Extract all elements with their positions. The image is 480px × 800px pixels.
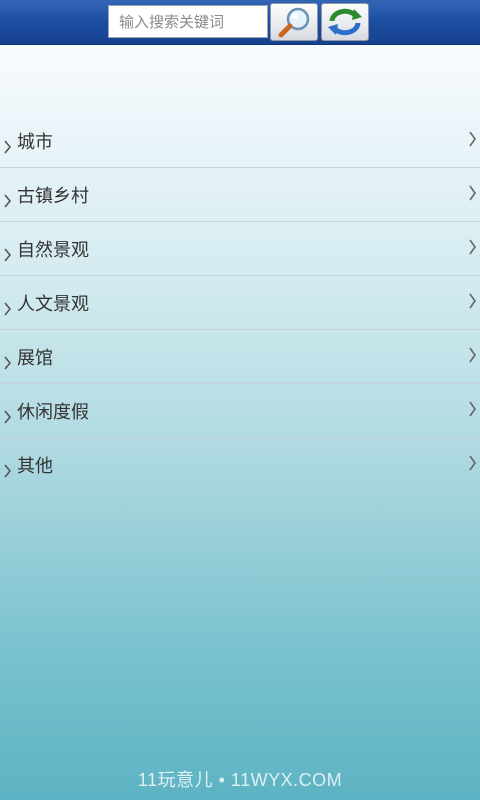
category-list: 城市 古镇乡村 自然景观 人文景观 展馆 休闲度假 其他 bbox=[0, 114, 480, 492]
chevron-right-icon bbox=[469, 239, 477, 255]
category-label: 自然景观 bbox=[17, 240, 89, 261]
category-item-leisure-resort[interactable]: 休闲度假 bbox=[0, 384, 480, 438]
chevron-right-icon bbox=[4, 248, 12, 262]
refresh-icon bbox=[328, 8, 362, 36]
magnifier-icon bbox=[278, 7, 310, 38]
chevron-right-icon bbox=[4, 302, 12, 316]
chevron-right-icon bbox=[4, 464, 12, 478]
chevron-right-icon bbox=[469, 185, 477, 201]
search-button[interactable] bbox=[270, 3, 318, 41]
search-box[interactable] bbox=[108, 5, 268, 38]
category-label: 人文景观 bbox=[17, 294, 89, 315]
category-item-exhibition[interactable]: 展馆 bbox=[0, 330, 480, 384]
chevron-right-icon bbox=[4, 194, 12, 208]
category-label: 休闲度假 bbox=[17, 402, 89, 423]
watermark: 11玩意儿 • 11WYX.COM bbox=[137, 770, 343, 790]
chevron-right-icon bbox=[4, 356, 12, 370]
chevron-right-icon bbox=[4, 140, 12, 154]
category-item-cultural-landscape[interactable]: 人文景观 bbox=[0, 276, 480, 330]
chevron-right-icon bbox=[4, 410, 12, 424]
search-input[interactable] bbox=[117, 5, 267, 38]
category-label: 其他 bbox=[17, 456, 53, 477]
chevron-right-icon bbox=[469, 131, 477, 147]
chevron-right-icon bbox=[469, 401, 477, 417]
category-label: 展馆 bbox=[17, 348, 53, 369]
category-item-towns-villages[interactable]: 古镇乡村 bbox=[0, 168, 480, 222]
chevron-right-icon bbox=[469, 293, 477, 309]
refresh-button[interactable] bbox=[321, 3, 369, 41]
category-item-city[interactable]: 城市 bbox=[0, 114, 480, 168]
top-bar bbox=[0, 0, 480, 45]
category-item-other[interactable]: 其他 bbox=[0, 438, 480, 492]
category-label: 城市 bbox=[17, 132, 53, 153]
chevron-right-icon bbox=[469, 347, 477, 363]
category-item-natural-landscape[interactable]: 自然景观 bbox=[0, 222, 480, 276]
category-label: 古镇乡村 bbox=[17, 186, 89, 207]
chevron-right-icon bbox=[469, 455, 477, 471]
